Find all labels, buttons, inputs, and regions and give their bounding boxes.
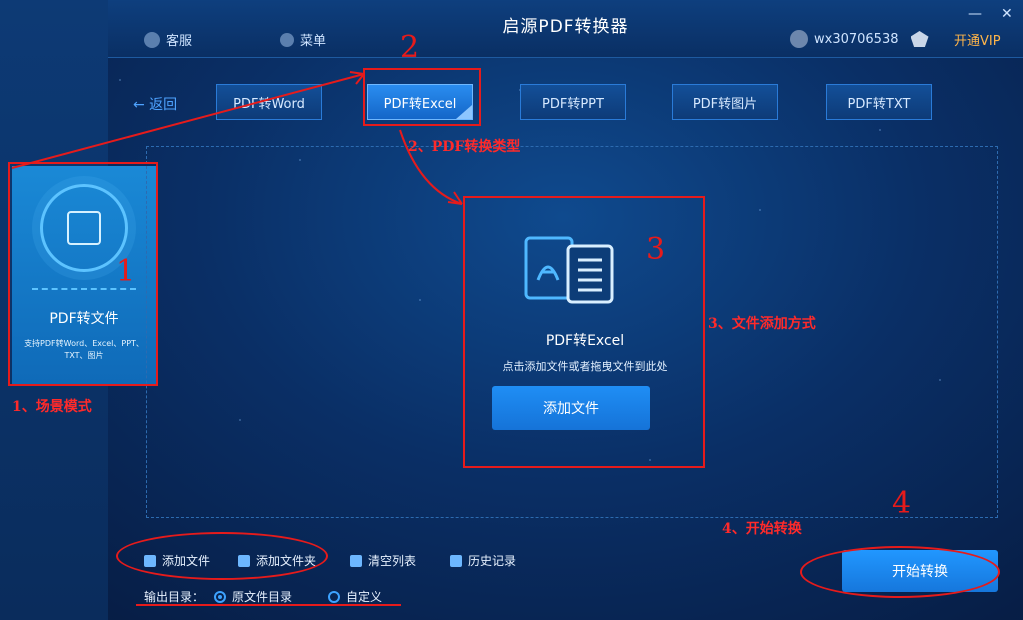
radio-unchecked-icon <box>328 590 340 603</box>
tab-label: PDF转TXT <box>847 96 911 112</box>
tab-pdf-to-txt[interactable]: PDF转TXT <box>826 84 932 120</box>
trash-icon <box>350 554 362 567</box>
menu-label: 菜单 <box>300 34 327 49</box>
annotation-box-tab <box>363 68 481 126</box>
radio-label: 原文件目录 <box>232 590 293 604</box>
tab-pdf-to-word[interactable]: PDF转Word <box>216 84 322 120</box>
headset-icon <box>144 31 160 48</box>
annotation-number-4: 4 <box>892 486 912 521</box>
minimize-icon[interactable]: — <box>968 6 982 22</box>
annotation-underline <box>136 604 401 606</box>
history-icon <box>450 554 462 567</box>
annotation-number-2: 2 <box>400 30 420 65</box>
radio-checked-icon <box>214 590 226 603</box>
annotation-add-method: 3、文件添加方式 <box>708 316 816 332</box>
tab-pdf-to-image[interactable]: PDF转图片 <box>672 84 778 120</box>
output-directory-label: 输出目录： <box>144 590 205 604</box>
history-tool[interactable]: 历史记录 <box>450 552 516 569</box>
avatar-icon <box>790 30 808 48</box>
history-label: 历史记录 <box>468 554 517 568</box>
annotation-scene-mode: 1、场景模式 <box>12 399 92 415</box>
annotation-number-3: 3 <box>646 232 666 267</box>
annotation-convert-type: 2、PDF转换类型 <box>408 139 521 155</box>
annotation-start: 4、开始转换 <box>722 521 802 537</box>
annotation-box-scene <box>8 162 158 386</box>
annotation-oval-start <box>800 546 1000 598</box>
annotation-box-drop <box>463 196 705 468</box>
tab-label: PDF转PPT <box>542 96 604 112</box>
tab-label: PDF转图片 <box>692 96 758 112</box>
grid-icon <box>280 32 294 47</box>
annotation-number-1: 1 <box>116 254 136 289</box>
username: wx30706538 <box>814 31 899 47</box>
vip-badge-icon <box>910 31 929 47</box>
radio-custom-directory[interactable]: 自定义 <box>328 588 382 605</box>
clear-list-label: 清空列表 <box>368 554 417 568</box>
title-bar: 启源PDF转换器 — ✕ 客服 菜单 wx30706538 开通VIP <box>108 0 1023 58</box>
tab-pdf-to-ppt[interactable]: PDF转PPT <box>520 84 626 120</box>
menu-button[interactable]: 菜单 <box>280 30 326 49</box>
customer-service-button[interactable]: 客服 <box>144 30 192 49</box>
user-account[interactable]: wx30706538 <box>790 30 929 48</box>
customer-service-label: 客服 <box>166 34 193 49</box>
back-link[interactable]: ← 返回 <box>133 94 177 114</box>
radio-label: 自定义 <box>346 590 383 604</box>
close-icon[interactable]: ✕ <box>1001 6 1013 22</box>
annotation-oval-add <box>116 532 328 580</box>
open-vip-link[interactable]: 开通VIP <box>954 30 1001 49</box>
tab-label: PDF转Word <box>233 96 305 112</box>
clear-list-tool[interactable]: 清空列表 <box>350 552 416 569</box>
radio-original-directory[interactable]: 原文件目录 <box>214 588 292 605</box>
